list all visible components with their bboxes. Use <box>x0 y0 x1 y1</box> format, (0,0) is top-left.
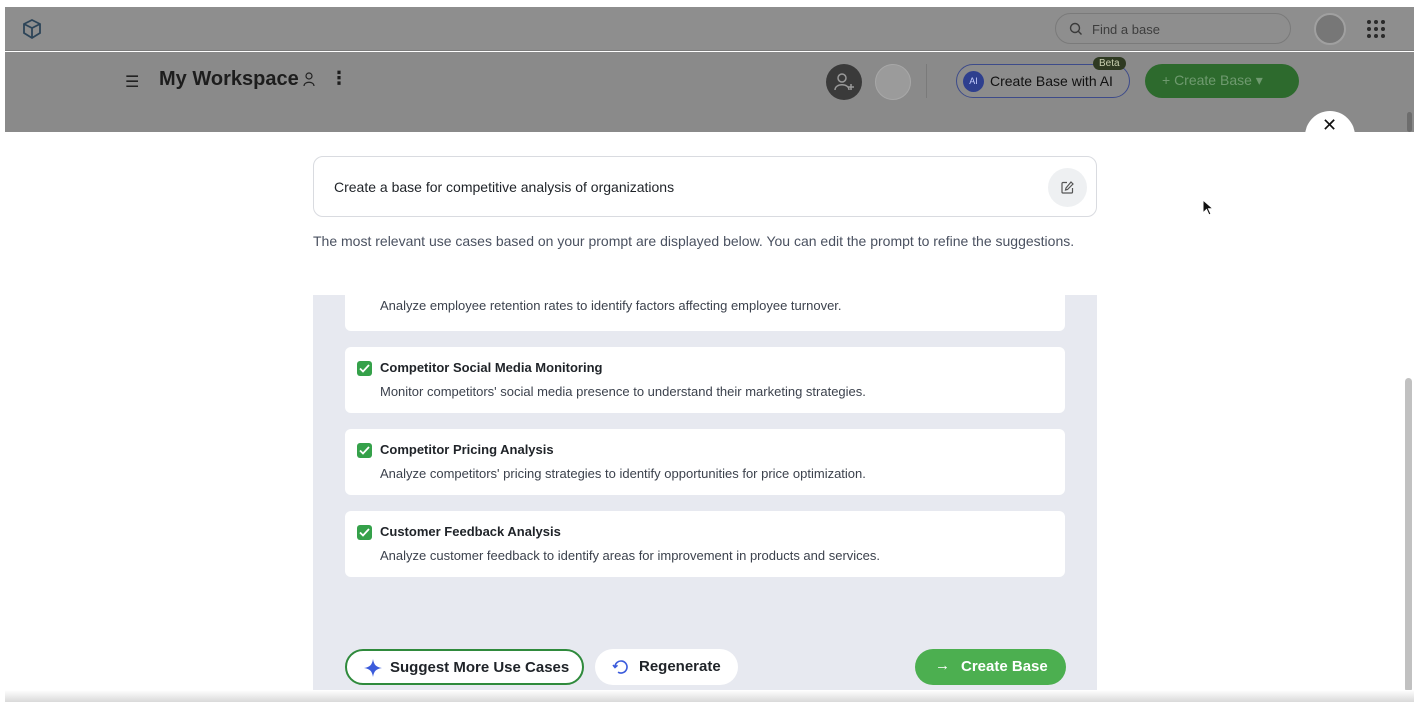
use-case-description: Monitor competitors' social media presen… <box>380 384 866 399</box>
regenerate-label: Regenerate <box>639 658 721 675</box>
ai-icon: AI <box>963 71 984 92</box>
invite-member-avatar[interactable] <box>826 64 862 100</box>
workspace-header: ☰ My Workspace ⋮ AI Create Base with AI … <box>5 52 1414 110</box>
use-case-card[interactable]: Competitor Pricing Analysis Analyze comp… <box>345 429 1065 495</box>
use-case-checkbox[interactable] <box>357 525 372 540</box>
member-avatar[interactable] <box>875 64 911 100</box>
create-base-label: + Create Base ▾ <box>1162 72 1263 88</box>
use-case-list: Analyze employee retention rates to iden… <box>313 285 1097 702</box>
header-divider <box>926 64 927 98</box>
mouse-cursor-icon <box>1202 199 1214 216</box>
more-options-icon[interactable]: ⋮ <box>330 68 348 89</box>
check-icon <box>359 528 370 537</box>
bottom-edge <box>5 690 1414 702</box>
use-case-checkbox[interactable] <box>357 361 372 376</box>
app-stage: Find a base ☰ My Workspace ⋮ AI Create B… <box>0 0 1419 702</box>
use-case-description: Analyze employee retention rates to iden… <box>380 298 842 313</box>
suggest-more-use-cases-button[interactable]: Suggest More Use Cases <box>345 649 584 685</box>
use-case-checkbox[interactable] <box>357 443 372 458</box>
prompt-field[interactable]: Create a base for competitive analysis o… <box>313 156 1097 217</box>
check-icon <box>359 364 370 373</box>
use-case-title: Competitor Pricing Analysis <box>380 442 554 457</box>
use-case-description: Analyze customer feedback to identify ar… <box>380 548 881 563</box>
arrow-right-icon: → <box>935 657 950 674</box>
edit-prompt-button[interactable] <box>1048 168 1087 207</box>
regenerate-button[interactable]: Regenerate <box>595 649 738 685</box>
use-case-description: Analyze competitors' pricing strategies … <box>380 466 866 481</box>
use-case-card[interactable]: Analyze employee retention rates to iden… <box>345 285 1065 331</box>
create-base-label: Create Base <box>961 658 1048 675</box>
apps-grid-icon[interactable] <box>1366 19 1386 39</box>
use-case-card[interactable]: Competitor Social Media Monitoring Monit… <box>345 347 1065 413</box>
create-ai-label: Create Base with AI <box>990 73 1113 89</box>
workspace-members-icon[interactable] <box>303 71 317 87</box>
menu-icon[interactable]: ☰ <box>125 72 139 92</box>
edit-icon <box>1061 181 1074 194</box>
user-avatar[interactable] <box>1314 13 1346 45</box>
create-base-dropdown-button[interactable]: + Create Base ▾ <box>1145 64 1299 98</box>
suggest-label: Suggest More Use Cases <box>390 659 570 676</box>
backdrop <box>5 110 1414 132</box>
prompt-text: Create a base for competitive analysis o… <box>334 179 675 195</box>
beta-badge: Beta <box>1093 57 1126 70</box>
scrollbar-thumb-top[interactable] <box>1407 112 1412 132</box>
use-case-title: Customer Feedback Analysis <box>380 524 561 539</box>
use-case-card[interactable]: Customer Feedback Analysis Analyze custo… <box>345 511 1065 577</box>
use-case-title: Competitor Social Media Monitoring <box>380 360 603 375</box>
search-placeholder: Find a base <box>1092 22 1160 37</box>
search-icon <box>1069 22 1082 35</box>
close-icon[interactable]: ✕ <box>1322 115 1337 136</box>
check-icon <box>359 446 370 455</box>
find-base-search[interactable]: Find a base <box>1055 13 1291 44</box>
use-case-description: The most relevant use cases based on you… <box>313 233 1075 249</box>
scrollbar[interactable] <box>1405 378 1412 692</box>
nocodb-logo-icon[interactable] <box>21 18 43 40</box>
sparkle-icon <box>364 659 382 677</box>
refresh-icon <box>612 660 628 674</box>
add-user-icon <box>834 73 854 91</box>
create-base-button[interactable]: → Create Base <box>915 649 1066 685</box>
workspace-title: My Workspace <box>159 68 299 90</box>
top-bar: Find a base <box>5 7 1414 51</box>
